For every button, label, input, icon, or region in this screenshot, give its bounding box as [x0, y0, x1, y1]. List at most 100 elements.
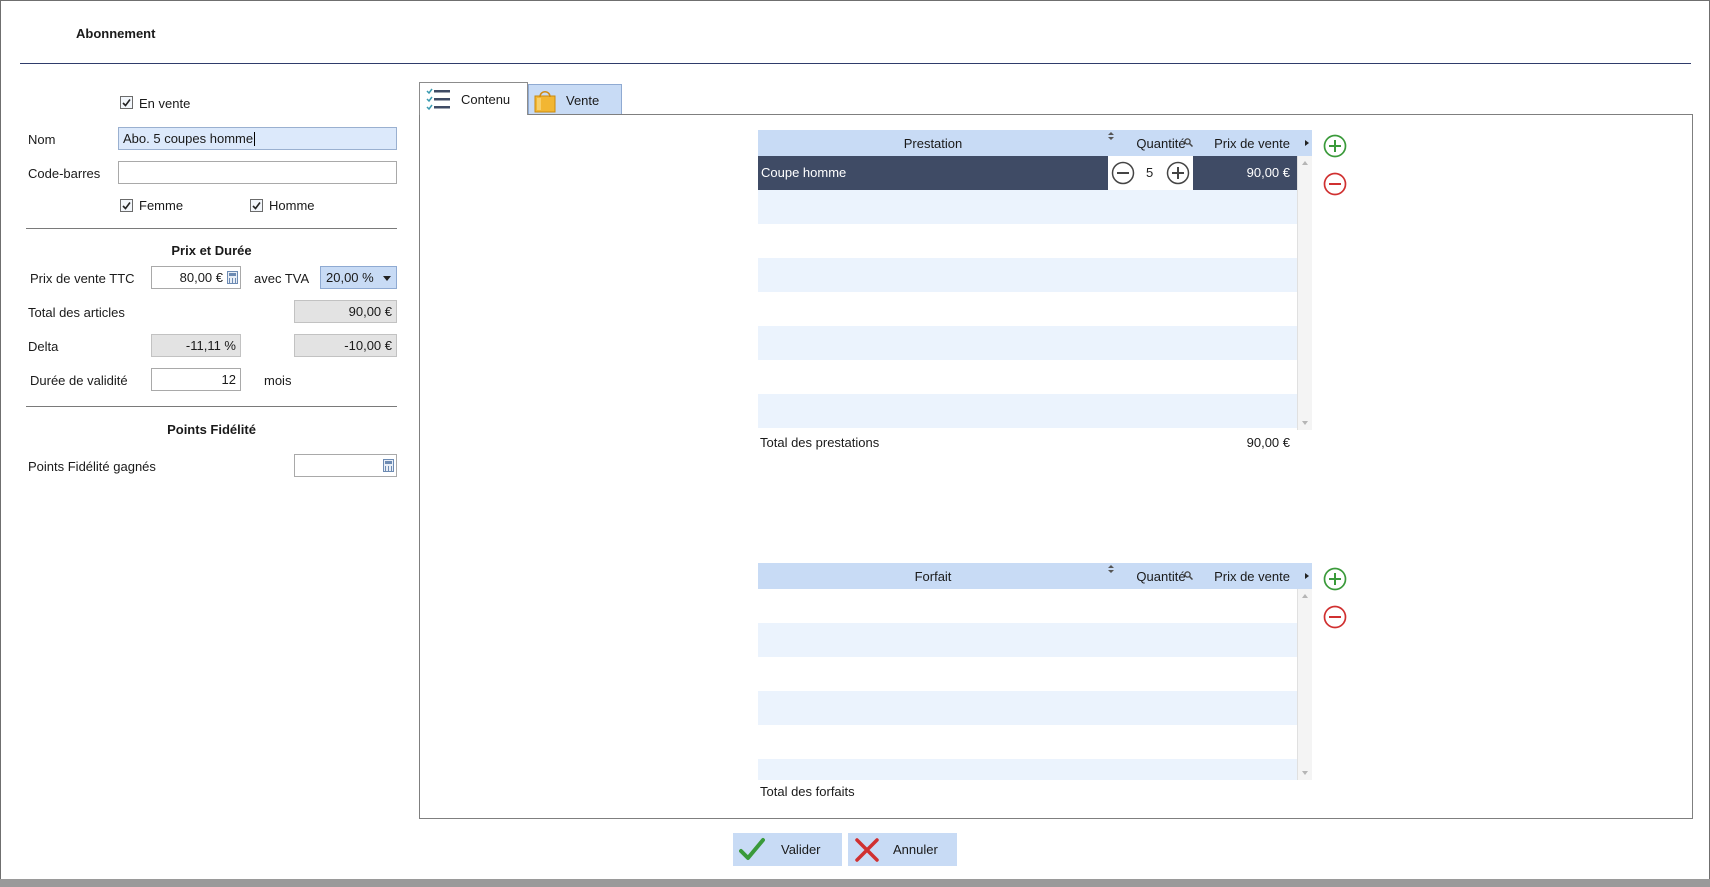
table-row-empty [758, 394, 1297, 428]
search-icon[interactable] [1184, 138, 1193, 147]
list-check-icon [426, 88, 450, 111]
sort-icon[interactable] [1108, 132, 1114, 140]
remove-prestation-button[interactable] [1323, 172, 1347, 196]
femme-checkbox[interactable] [120, 199, 133, 212]
table-row-empty [758, 326, 1297, 360]
scroll-right-icon[interactable] [1305, 573, 1309, 579]
duree-label: Durée de validité [30, 373, 128, 388]
tab-contenu-label: Contenu [461, 91, 511, 107]
points-title: Points Fidélité [167, 422, 256, 437]
column-header-label: Prestation [903, 135, 963, 151]
scroll-up-icon[interactable] [1302, 161, 1308, 165]
duree-unit: mois [264, 373, 292, 388]
tab-vente-label: Vente [566, 92, 600, 108]
search-icon[interactable] [1184, 571, 1193, 580]
tva-value: 20,00 % [326, 270, 374, 285]
forfaits-scrollbar[interactable] [1297, 589, 1312, 780]
forfaits-total-label: Total des forfaits [760, 784, 855, 799]
en-vente-checkbox[interactable] [120, 96, 133, 109]
scroll-down-icon[interactable] [1302, 771, 1308, 775]
scroll-down-icon[interactable] [1302, 421, 1308, 425]
duree-value: 12 [221, 372, 236, 387]
prestations-total-label: Total des prestations [760, 435, 880, 450]
tva-select[interactable]: 20,00 % [320, 266, 397, 289]
table-row-empty [758, 190, 1297, 224]
valider-label: Valider [781, 842, 821, 857]
code-barres-input[interactable] [118, 161, 397, 184]
column-header-prestation[interactable]: Prestation [758, 130, 1108, 156]
points-gagnes-label: Points Fidélité gagnés [28, 459, 156, 474]
duree-input[interactable]: 12 [151, 368, 241, 391]
nom-input[interactable]: Abo. 5 coupes homme [118, 127, 397, 150]
table-row-empty [758, 258, 1297, 292]
forfaits-grid-header: Forfait Quantité Prix de vente [758, 563, 1312, 589]
checkmark-icon [252, 202, 261, 210]
prestations-scrollbar[interactable] [1297, 156, 1312, 430]
tva-label: avec TVA [254, 271, 310, 286]
table-row[interactable]: Coupe homme 5 90,00 € [758, 156, 1297, 190]
table-row-empty [758, 657, 1297, 691]
calculator-icon[interactable] [227, 271, 238, 284]
column-header-label: Prix de vente [1214, 568, 1290, 584]
table-row-empty [758, 759, 1297, 780]
annuler-label: Annuler [893, 842, 938, 857]
prestations-total-value: 90,00 € [1246, 435, 1290, 450]
section-divider [26, 228, 397, 229]
window-bottom-border [0, 879, 1710, 887]
en-vente-label: En vente [139, 96, 191, 111]
add-forfait-button[interactable] [1323, 567, 1347, 591]
column-header-prix-vente[interactable]: Prix de vente [1202, 130, 1302, 156]
column-header-forfait[interactable]: Forfait [758, 563, 1108, 589]
total-articles-value: 90,00 € [348, 304, 392, 319]
scroll-right-icon[interactable] [1305, 140, 1309, 146]
checkmark-icon [739, 838, 765, 860]
annuler-button[interactable]: Annuler [848, 833, 957, 866]
delta-amount-field: -10,00 € [294, 334, 397, 357]
page-title: Abonnement [76, 26, 156, 41]
table-row-empty [758, 623, 1297, 657]
text-caret [254, 131, 256, 146]
delta-amount-value: -10,00 € [344, 338, 392, 353]
chevron-down-icon [383, 276, 391, 281]
decrement-icon[interactable] [1111, 161, 1135, 185]
delta-percent-value: -11,11 % [185, 338, 236, 353]
calculator-icon[interactable] [383, 459, 394, 472]
shopping-bag-icon [534, 91, 556, 113]
section-divider [26, 406, 397, 407]
table-row-empty [758, 292, 1297, 326]
increment-icon[interactable] [1166, 161, 1190, 185]
sort-icon[interactable] [1108, 565, 1114, 573]
scroll-up-icon[interactable] [1302, 594, 1308, 598]
column-header-prix-vente[interactable]: Prix de vente [1202, 563, 1302, 589]
prix-vente-input[interactable]: 80,00 € [151, 266, 241, 289]
homme-checkbox[interactable] [250, 199, 263, 212]
table-row-empty [758, 691, 1297, 725]
quantity-value: 5 [1146, 165, 1154, 180]
prestation-name: Coupe homme [761, 165, 847, 180]
add-prestation-button[interactable] [1323, 134, 1347, 158]
prestation-price: 90,00 € [1246, 165, 1290, 180]
nom-label: Nom [28, 132, 56, 147]
nom-input-value: Abo. 5 coupes homme [123, 131, 254, 146]
homme-label: Homme [269, 198, 315, 213]
table-row-empty [758, 360, 1297, 394]
quantity-stepper[interactable]: 5 [1108, 156, 1193, 190]
delta-label: Delta [28, 339, 59, 354]
table-row-empty [758, 589, 1297, 623]
remove-forfait-button[interactable] [1323, 605, 1347, 629]
delta-percent-field: -11,11 % [151, 334, 241, 357]
total-articles-field: 90,00 € [294, 300, 397, 323]
valider-button[interactable]: Valider [733, 833, 842, 866]
femme-label: Femme [139, 198, 184, 213]
code-barres-label: Code-barres [28, 166, 101, 181]
points-gagnes-input[interactable] [294, 454, 397, 477]
column-header-label: Quantité [1136, 568, 1186, 584]
prix-duree-title: Prix et Durée [171, 243, 252, 258]
tab-contenu[interactable]: Contenu [419, 82, 528, 115]
prix-vente-value: 80,00 € [179, 270, 223, 285]
tab-vente[interactable]: Vente [528, 84, 622, 115]
checkmark-icon [122, 99, 131, 107]
column-header-label: Forfait [914, 568, 952, 584]
column-header-label: Prix de vente [1214, 135, 1290, 151]
total-articles-label: Total des articles [28, 305, 125, 320]
